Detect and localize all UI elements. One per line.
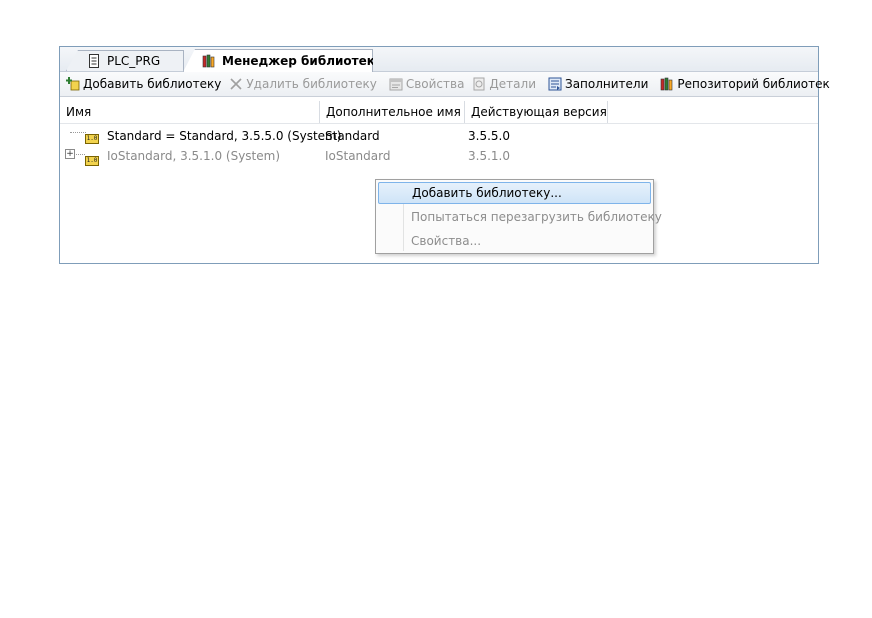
close-icon[interactable]: ✕ bbox=[387, 54, 398, 69]
table-row[interactable]: 1.0 Standard = Standard, 3.5.5.0 (System… bbox=[60, 127, 818, 147]
books-icon bbox=[660, 77, 674, 91]
column-header-name[interactable]: Имя bbox=[60, 101, 320, 123]
library-version: 3.5.5.0 bbox=[468, 129, 510, 143]
tree-connector bbox=[76, 154, 85, 155]
library-name: IoStandard, 3.5.1.0 (System) bbox=[107, 149, 281, 163]
table-header: Имя Дополнительное имя Действующая верси… bbox=[60, 101, 818, 124]
library-repository-button[interactable]: Репозиторий библиотек bbox=[656, 73, 833, 95]
document-icon bbox=[87, 54, 101, 68]
tree-connector bbox=[70, 132, 86, 133]
remove-library-button[interactable]: Удалить библиотеку bbox=[225, 73, 380, 95]
tab-library-manager[interactable]: Менеджер библиотек ✕ bbox=[183, 49, 373, 72]
tab-label: PLC_PRG bbox=[107, 54, 161, 68]
details-button[interactable]: Детали bbox=[468, 73, 540, 95]
placeholders-button[interactable]: Заполнители bbox=[544, 73, 652, 95]
add-library-icon bbox=[66, 77, 80, 91]
editor-tabstrip: PLC_PRG Менеджер библиотек ✕ bbox=[60, 47, 818, 72]
context-menu: Добавить библиотеку... Попытаться переза… bbox=[375, 179, 662, 254]
properties-button[interactable]: Свойства bbox=[385, 73, 469, 95]
add-library-button[interactable]: Добавить библиотеку bbox=[62, 73, 225, 95]
tab-label: Менеджер библиотек bbox=[222, 54, 375, 68]
column-header-alt-name[interactable]: Дополнительное имя bbox=[320, 101, 465, 123]
details-icon bbox=[472, 77, 486, 91]
properties-icon bbox=[389, 77, 403, 91]
library-icon: 1.0 bbox=[85, 156, 99, 166]
books-icon bbox=[202, 54, 216, 68]
tab-plc-prg[interactable]: PLC_PRG bbox=[66, 50, 184, 71]
library-alt-name: Standard bbox=[325, 129, 380, 143]
library-version: 3.5.1.0 bbox=[468, 149, 510, 163]
library-alt-name: IoStandard bbox=[325, 149, 391, 163]
plus-expand-icon[interactable]: + bbox=[65, 149, 75, 159]
library-toolbar: Добавить библиотеку Удалить библиотеку С… bbox=[60, 72, 830, 97]
placeholders-icon bbox=[548, 77, 562, 91]
library-name: Standard = Standard, 3.5.5.0 (System) bbox=[107, 129, 342, 143]
menu-item-properties[interactable]: Свойства... bbox=[378, 230, 651, 252]
remove-x-icon bbox=[229, 77, 243, 91]
column-header-version[interactable]: Действующая версия bbox=[465, 101, 608, 123]
menu-item-reload-library[interactable]: Попытаться перезагрузить библиотеку bbox=[378, 206, 662, 228]
menu-item-add-library[interactable]: Добавить библиотеку... bbox=[378, 182, 651, 204]
library-icon: 1.0 bbox=[85, 134, 99, 144]
table-row[interactable]: + 1.0 IoStandard, 3.5.1.0 (System) IoSta… bbox=[60, 147, 818, 167]
